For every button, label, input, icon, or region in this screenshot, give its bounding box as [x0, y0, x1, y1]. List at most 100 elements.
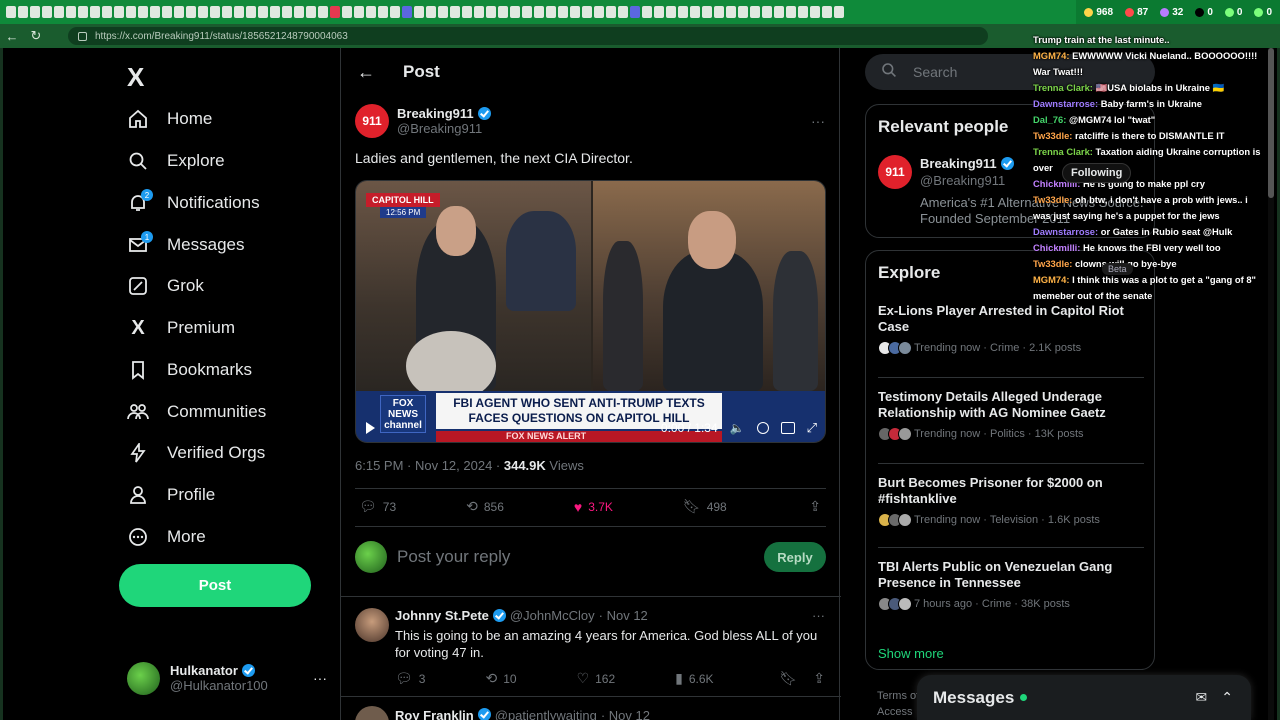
browser-tab[interactable] [54, 6, 64, 18]
browser-tab[interactable] [246, 6, 256, 18]
browser-tab[interactable] [258, 6, 268, 18]
avatar[interactable]: 911 [878, 155, 912, 189]
reply-input[interactable] [397, 547, 754, 567]
browser-tab[interactable] [318, 6, 328, 18]
browser-tab[interactable] [774, 6, 784, 18]
browser-tab[interactable] [162, 6, 172, 18]
back-icon[interactable]: ← [0, 24, 24, 48]
browser-tab[interactable] [90, 6, 100, 18]
browser-tab[interactable] [534, 6, 544, 18]
browser-tab[interactable] [222, 6, 232, 18]
reply-author-handle[interactable]: @JohnMcCloy [510, 608, 595, 623]
show-more-link[interactable]: Show more [878, 646, 944, 661]
person-handle[interactable]: @Breaking911 [920, 173, 1005, 188]
browser-tab[interactable] [210, 6, 220, 18]
browser-tab[interactable] [366, 6, 376, 18]
extension-icon-3[interactable]: 32 [1160, 7, 1183, 18]
author-handle[interactable]: @Breaking911 [397, 121, 491, 136]
browser-tab[interactable] [546, 6, 556, 18]
browser-tab[interactable] [606, 6, 616, 18]
expand-icon[interactable]: ⌃ [1221, 689, 1233, 706]
extension-icon-2[interactable]: 87 [1125, 7, 1148, 18]
reply-author-name[interactable]: Roy Franklin [395, 708, 474, 720]
more-dots-icon[interactable]: ··· [313, 670, 327, 686]
footer-link[interactable]: Access [877, 704, 919, 720]
browser-tab[interactable] [354, 6, 364, 18]
browser-tab[interactable] [474, 6, 484, 18]
share-action[interactable]: ⇪ [813, 670, 825, 687]
browser-tab[interactable] [822, 6, 832, 18]
reply-date[interactable]: · Nov 12 [599, 608, 648, 623]
url-field[interactable]: https://x.com/Breaking911/status/1856521… [68, 27, 988, 45]
reply-action[interactable]: 💬︎ 3 [395, 670, 425, 687]
browser-tab[interactable] [402, 6, 412, 18]
browser-tab[interactable] [738, 6, 748, 18]
browser-tab[interactable] [378, 6, 388, 18]
browser-tab[interactable] [66, 6, 76, 18]
repost-action[interactable]: ⟲ 856 [466, 498, 504, 515]
nav-item-premium[interactable]: X Premium [127, 312, 235, 344]
bookmark-action[interactable]: 🔖︎ [779, 670, 797, 687]
play-icon[interactable] [366, 422, 375, 434]
post-button[interactable]: Post [119, 564, 311, 607]
browser-tab[interactable] [678, 6, 688, 18]
browser-tab[interactable] [594, 6, 604, 18]
reply-author-handle[interactable]: @patientlywaiting [495, 708, 597, 720]
nav-item-notifications[interactable]: 2 Notifications [127, 187, 260, 219]
browser-tab[interactable] [426, 6, 436, 18]
more-dots-icon[interactable]: ··· [811, 113, 825, 129]
video-player[interactable]: CAPITOL HILL 12:56 PM FOX NEWS channel F… [355, 180, 826, 443]
browser-tab[interactable] [714, 6, 724, 18]
browser-tab[interactable] [294, 6, 304, 18]
avatar[interactable] [355, 608, 389, 642]
x-logo-icon[interactable]: X [127, 62, 144, 93]
browser-tab[interactable] [174, 6, 184, 18]
footer-link[interactable]: Terms of [877, 688, 919, 704]
browser-tab[interactable] [30, 6, 40, 18]
avatar[interactable]: 911 [355, 104, 389, 138]
trend-item[interactable]: TBI Alerts Public on Venezuelan Gang Pre… [878, 559, 1148, 611]
nav-item-messages[interactable]: 1 Messages [127, 229, 244, 261]
site-info-icon[interactable] [78, 31, 87, 41]
browser-tab[interactable] [186, 6, 196, 18]
browser-tab[interactable] [462, 6, 472, 18]
browser-tab[interactable] [654, 6, 664, 18]
nav-item-communities[interactable]: Communities [127, 396, 266, 428]
browser-tab[interactable] [390, 6, 400, 18]
repost-action[interactable]: ⟲ 10 [485, 670, 516, 687]
like-action[interactable]: ♡ 162 [577, 670, 616, 687]
account-switcher[interactable]: Hulkanator @Hulkanator100 ··· [127, 660, 327, 696]
nav-item-home[interactable]: Home [127, 103, 212, 135]
browser-tab[interactable] [798, 6, 808, 18]
browser-tab[interactable] [726, 6, 736, 18]
browser-tab[interactable] [450, 6, 460, 18]
browser-tab[interactable] [282, 6, 292, 18]
nav-item-more[interactable]: More [127, 521, 206, 553]
browser-tab[interactable] [342, 6, 352, 18]
post-timestamp[interactable]: 6:15 PM · Nov 12, 2024 · [355, 458, 504, 473]
browser-tab[interactable] [438, 6, 448, 18]
browser-tab[interactable] [78, 6, 88, 18]
browser-tab[interactable] [6, 6, 16, 18]
browser-tab[interactable] [630, 6, 640, 18]
browser-tab[interactable] [234, 6, 244, 18]
browser-tab[interactable] [786, 6, 796, 18]
back-arrow-icon[interactable]: ← [357, 62, 381, 83]
browser-tab[interactable] [762, 6, 772, 18]
browser-tab[interactable] [150, 6, 160, 18]
pip-icon[interactable] [780, 422, 795, 434]
reply-action[interactable]: 💬︎ 73 [359, 498, 396, 515]
trend-item[interactable]: Ex-Lions Player Arrested in Capitol Riot… [878, 303, 1148, 355]
reply-date[interactable]: · Nov 12 [601, 708, 650, 720]
bookmark-action[interactable]: 🔖︎ 498 [683, 498, 727, 515]
volume-icon[interactable]: 🔈 [730, 421, 745, 435]
nav-item-explore[interactable]: Explore [127, 145, 225, 177]
browser-tab[interactable] [510, 6, 520, 18]
new-message-icon[interactable]: ✉ [1196, 689, 1208, 706]
browser-tab[interactable] [102, 6, 112, 18]
browser-tab[interactable] [270, 6, 280, 18]
browser-tab[interactable] [834, 6, 844, 18]
avatar[interactable] [355, 706, 389, 720]
more-dots-icon[interactable]: ··· [812, 608, 825, 623]
extension-icon-1[interactable]: 968 [1084, 7, 1113, 18]
